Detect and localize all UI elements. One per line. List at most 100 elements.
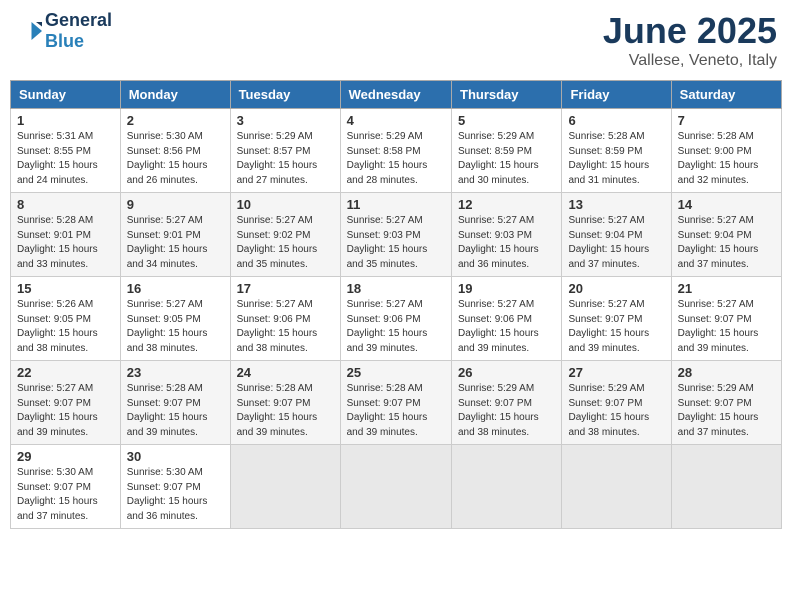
calendar-cell: 18 Sunrise: 5:27 AM Sunset: 9:06 PM Dayli… bbox=[340, 277, 451, 361]
day-info: Sunrise: 5:29 AM Sunset: 9:07 PM Dayligh… bbox=[678, 382, 775, 440]
day-info: Sunrise: 5:27 AM Sunset: 9:07 PM Dayligh… bbox=[678, 298, 775, 356]
day-number: 10 bbox=[237, 197, 334, 212]
month-title: June 2025 bbox=[603, 10, 777, 52]
weekday-header-tuesday: Tuesday bbox=[230, 81, 340, 109]
calendar-cell: 11 Sunrise: 5:27 AM Sunset: 9:03 PM Dayli… bbox=[340, 193, 451, 277]
day-info: Sunrise: 5:28 AM Sunset: 8:59 PM Dayligh… bbox=[568, 130, 664, 188]
calendar-cell bbox=[340, 445, 451, 529]
calendar-cell: 23 Sunrise: 5:28 AM Sunset: 9:07 PM Dayli… bbox=[120, 361, 230, 445]
calendar-cell: 7Sunrise: 5:28 AM Sunset: 9:00 PM Daylig… bbox=[671, 109, 781, 193]
day-info: Sunrise: 5:29 AM Sunset: 8:58 PM Dayligh… bbox=[347, 130, 445, 188]
day-info: Sunrise: 5:27 AM Sunset: 9:06 PM Dayligh… bbox=[347, 298, 445, 356]
calendar-cell: 9 Sunrise: 5:27 AM Sunset: 9:01 PM Daylig… bbox=[120, 193, 230, 277]
weekday-header-wednesday: Wednesday bbox=[340, 81, 451, 109]
calendar-cell: 24 Sunrise: 5:28 AM Sunset: 9:07 PM Dayli… bbox=[230, 361, 340, 445]
calendar-cell: 17 Sunrise: 5:27 AM Sunset: 9:06 PM Dayli… bbox=[230, 277, 340, 361]
day-info: Sunrise: 5:27 AM Sunset: 9:06 PM Dayligh… bbox=[458, 298, 555, 356]
day-number: 24 bbox=[237, 365, 334, 380]
day-info: Sunrise: 5:27 AM Sunset: 9:02 PM Dayligh… bbox=[237, 214, 334, 272]
calendar-cell: 1 Sunrise: 5:31 AM Sunset: 8:55 PM Daylig… bbox=[11, 109, 121, 193]
day-info: Sunrise: 5:29 AM Sunset: 9:07 PM Dayligh… bbox=[458, 382, 555, 440]
calendar-cell: 5 Sunrise: 5:29 AM Sunset: 8:59 PM Daylig… bbox=[452, 109, 562, 193]
weekday-header-monday: Monday bbox=[120, 81, 230, 109]
day-info: Sunrise: 5:27 AM Sunset: 9:03 PM Dayligh… bbox=[458, 214, 555, 272]
calendar-cell: 30Sunrise: 5:30 AM Sunset: 9:07 PM Dayli… bbox=[120, 445, 230, 529]
day-number: 21 bbox=[678, 281, 775, 296]
day-number: 9 bbox=[127, 197, 224, 212]
day-number: 25 bbox=[347, 365, 445, 380]
calendar-cell: 22Sunrise: 5:27 AM Sunset: 9:07 PM Dayli… bbox=[11, 361, 121, 445]
calendar-cell: 3 Sunrise: 5:29 AM Sunset: 8:57 PM Daylig… bbox=[230, 109, 340, 193]
day-number: 23 bbox=[127, 365, 224, 380]
day-number: 20 bbox=[568, 281, 664, 296]
day-info: Sunrise: 5:29 AM Sunset: 8:59 PM Dayligh… bbox=[458, 130, 555, 188]
day-info: Sunrise: 5:29 AM Sunset: 8:57 PM Dayligh… bbox=[237, 130, 334, 188]
day-number: 30 bbox=[127, 449, 224, 464]
day-number: 13 bbox=[568, 197, 664, 212]
day-info: Sunrise: 5:28 AM Sunset: 9:07 PM Dayligh… bbox=[127, 382, 224, 440]
day-number: 4 bbox=[347, 113, 445, 128]
day-number: 27 bbox=[568, 365, 664, 380]
day-number: 3 bbox=[237, 113, 334, 128]
logo-icon bbox=[15, 16, 45, 46]
day-info: Sunrise: 5:27 AM Sunset: 9:04 PM Dayligh… bbox=[678, 214, 775, 272]
calendar-cell: 15 Sunrise: 5:26 AM Sunset: 9:05 PM Dayli… bbox=[11, 277, 121, 361]
day-number: 18 bbox=[347, 281, 445, 296]
day-info: Sunrise: 5:26 AM Sunset: 9:05 PM Dayligh… bbox=[17, 298, 114, 356]
day-number: 26 bbox=[458, 365, 555, 380]
day-info: Sunrise: 5:27 AM Sunset: 9:06 PM Dayligh… bbox=[237, 298, 334, 356]
logo-general-text: General bbox=[45, 10, 112, 31]
calendar-cell: 29 Sunrise: 5:30 AM Sunset: 9:07 PM Dayli… bbox=[11, 445, 121, 529]
calendar-cell: 14 Sunrise: 5:27 AM Sunset: 9:04 PM Dayli… bbox=[671, 193, 781, 277]
day-number: 7 bbox=[678, 113, 775, 128]
calendar-cell: 13Sunrise: 5:27 AM Sunset: 9:04 PM Dayli… bbox=[562, 193, 671, 277]
day-number: 14 bbox=[678, 197, 775, 212]
day-info: Sunrise: 5:29 AM Sunset: 9:07 PM Dayligh… bbox=[568, 382, 664, 440]
day-info: Sunrise: 5:28 AM Sunset: 9:01 PM Dayligh… bbox=[17, 214, 114, 272]
day-info: Sunrise: 5:27 AM Sunset: 9:03 PM Dayligh… bbox=[347, 214, 445, 272]
calendar-cell: 21 Sunrise: 5:27 AM Sunset: 9:07 PM Dayli… bbox=[671, 277, 781, 361]
weekday-header-saturday: Saturday bbox=[671, 81, 781, 109]
day-number: 8 bbox=[17, 197, 114, 212]
day-info: Sunrise: 5:27 AM Sunset: 9:05 PM Dayligh… bbox=[127, 298, 224, 356]
calendar-cell: 27 Sunrise: 5:29 AM Sunset: 9:07 PM Dayli… bbox=[562, 361, 671, 445]
weekday-header-sunday: Sunday bbox=[11, 81, 121, 109]
day-info: Sunrise: 5:30 AM Sunset: 9:07 PM Dayligh… bbox=[17, 466, 114, 524]
day-info: Sunrise: 5:31 AM Sunset: 8:55 PM Dayligh… bbox=[17, 130, 114, 188]
day-number: 1 bbox=[17, 113, 114, 128]
calendar-cell bbox=[562, 445, 671, 529]
calendar-cell: 10 Sunrise: 5:27 AM Sunset: 9:02 PM Dayli… bbox=[230, 193, 340, 277]
day-info: Sunrise: 5:27 AM Sunset: 9:01 PM Dayligh… bbox=[127, 214, 224, 272]
calendar-cell: 16 Sunrise: 5:27 AM Sunset: 9:05 PM Dayli… bbox=[120, 277, 230, 361]
day-number: 16 bbox=[127, 281, 224, 296]
calendar-cell bbox=[452, 445, 562, 529]
day-number: 28 bbox=[678, 365, 775, 380]
day-number: 6 bbox=[568, 113, 664, 128]
calendar-cell: 20 Sunrise: 5:27 AM Sunset: 9:07 PM Dayli… bbox=[562, 277, 671, 361]
day-info: Sunrise: 5:27 AM Sunset: 9:07 PM Dayligh… bbox=[568, 298, 664, 356]
day-number: 22 bbox=[17, 365, 114, 380]
calendar-cell bbox=[230, 445, 340, 529]
calendar-cell: 28 Sunrise: 5:29 AM Sunset: 9:07 PM Dayli… bbox=[671, 361, 781, 445]
day-info: Sunrise: 5:30 AM Sunset: 8:56 PM Dayligh… bbox=[127, 130, 224, 188]
calendar-cell: 12Sunrise: 5:27 AM Sunset: 9:03 PM Dayli… bbox=[452, 193, 562, 277]
page-header: General Blue June 2025 Vallese, Veneto, … bbox=[10, 10, 782, 70]
calendar-cell: 8 Sunrise: 5:28 AM Sunset: 9:01 PM Daylig… bbox=[11, 193, 121, 277]
logo: General Blue bbox=[15, 10, 112, 52]
day-info: Sunrise: 5:28 AM Sunset: 9:07 PM Dayligh… bbox=[237, 382, 334, 440]
day-number: 29 bbox=[17, 449, 114, 464]
day-number: 11 bbox=[347, 197, 445, 212]
logo-blue-text: Blue bbox=[45, 31, 84, 51]
day-number: 19 bbox=[458, 281, 555, 296]
weekday-header-friday: Friday bbox=[562, 81, 671, 109]
day-info: Sunrise: 5:28 AM Sunset: 9:07 PM Dayligh… bbox=[347, 382, 445, 440]
day-number: 17 bbox=[237, 281, 334, 296]
calendar-cell: 19 Sunrise: 5:27 AM Sunset: 9:06 PM Dayli… bbox=[452, 277, 562, 361]
day-number: 15 bbox=[17, 281, 114, 296]
calendar-cell: 25 Sunrise: 5:28 AM Sunset: 9:07 PM Dayli… bbox=[340, 361, 451, 445]
calendar-table: SundayMondayTuesdayWednesdayThursdayFrid… bbox=[10, 80, 782, 529]
calendar-cell: 2Sunrise: 5:30 AM Sunset: 8:56 PM Daylig… bbox=[120, 109, 230, 193]
day-number: 5 bbox=[458, 113, 555, 128]
weekday-header-thursday: Thursday bbox=[452, 81, 562, 109]
location-text: Vallese, Veneto, Italy bbox=[603, 52, 777, 70]
